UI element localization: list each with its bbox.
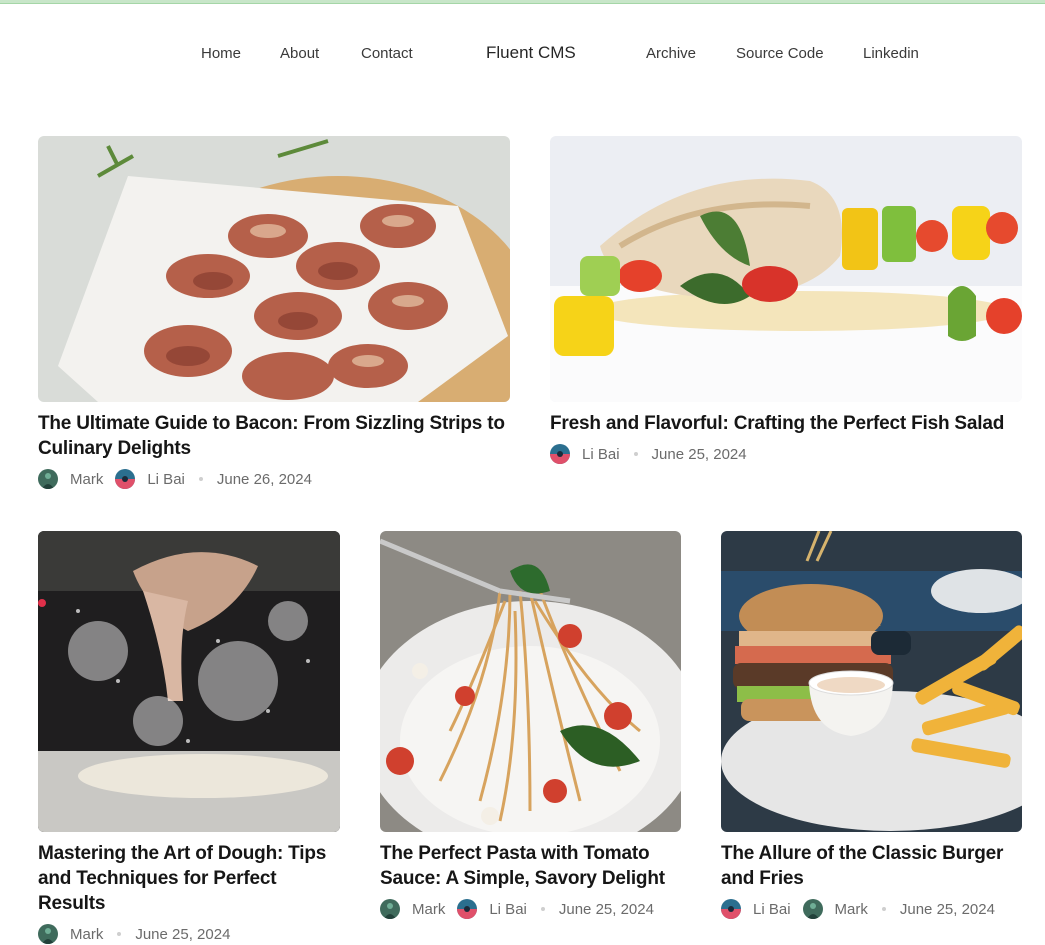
- meta-separator: [198, 477, 203, 481]
- meta-separator: [117, 932, 122, 936]
- post-card[interactable]: Fresh and Flavorful: Crafting the Perfec…: [550, 136, 1022, 464]
- avatar-mark[interactable]: [380, 899, 400, 919]
- post-title[interactable]: The Ultimate Guide to Bacon: From Sizzli…: [38, 411, 510, 461]
- avatar-mark[interactable]: [802, 899, 823, 919]
- nav-archive[interactable]: Archive: [646, 45, 696, 62]
- top-accent-bar: [0, 0, 1045, 4]
- post-card[interactable]: The Allure of the Classic Burger and Fri…: [721, 531, 1022, 919]
- post-card[interactable]: The Perfect Pasta with Tomato Sauce: A S…: [380, 531, 681, 919]
- post-date: June 26, 2024: [216, 470, 312, 488]
- post-image-dough[interactable]: [38, 531, 340, 832]
- post-card[interactable]: Mastering the Art of Dough: Tips and Tec…: [38, 531, 340, 944]
- avatar-li-bai[interactable]: [550, 444, 570, 464]
- post-author[interactable]: Li Bai: [753, 901, 791, 918]
- post-image-pasta[interactable]: [380, 531, 681, 832]
- avatar-li-bai[interactable]: [457, 899, 478, 919]
- meta-separator: [633, 452, 638, 456]
- post-date: June 25, 2024: [899, 900, 995, 918]
- avatar-mark[interactable]: [38, 469, 58, 489]
- post-meta: Li Bai Mark June 25, 2024: [721, 899, 1022, 919]
- post-image-fish-salad[interactable]: [550, 136, 1022, 402]
- post-author[interactable]: Li Bai: [147, 471, 185, 488]
- post-author[interactable]: Mark: [70, 926, 103, 943]
- post-author[interactable]: Li Bai: [489, 901, 527, 918]
- post-author[interactable]: Mark: [412, 901, 445, 918]
- post-meta: Mark June 25, 2024: [38, 924, 340, 944]
- post-title[interactable]: The Perfect Pasta with Tomato Sauce: A S…: [380, 841, 681, 891]
- post-author[interactable]: Mark: [70, 471, 103, 488]
- brand-logo-text[interactable]: Fluent CMS: [486, 43, 576, 63]
- nav-linkedin[interactable]: Linkedin: [863, 45, 919, 62]
- post-image-burger[interactable]: [721, 531, 1022, 832]
- post-meta: Mark Li Bai June 26, 2024: [38, 469, 510, 489]
- nav-home[interactable]: Home: [201, 45, 241, 62]
- post-meta: Li Bai June 25, 2024: [550, 444, 1022, 464]
- post-date: June 25, 2024: [651, 445, 747, 463]
- nav-about[interactable]: About: [280, 45, 319, 62]
- post-author[interactable]: Mark: [835, 901, 868, 918]
- nav-source-code[interactable]: Source Code: [736, 45, 824, 62]
- nav-contact[interactable]: Contact: [361, 45, 413, 62]
- post-date: June 25, 2024: [135, 925, 231, 943]
- post-meta: Mark Li Bai June 25, 2024: [380, 899, 681, 919]
- avatar-li-bai[interactable]: [115, 469, 136, 489]
- meta-separator: [881, 907, 886, 911]
- post-title[interactable]: Mastering the Art of Dough: Tips and Tec…: [38, 841, 340, 916]
- post-date: June 25, 2024: [558, 900, 654, 918]
- meta-separator: [540, 907, 545, 911]
- post-title[interactable]: Fresh and Flavorful: Crafting the Perfec…: [550, 411, 1022, 436]
- post-card[interactable]: The Ultimate Guide to Bacon: From Sizzli…: [38, 136, 510, 489]
- main-nav: Home About Contact Fluent CMS Archive So…: [0, 40, 1045, 68]
- post-image-bacon[interactable]: [38, 136, 510, 402]
- post-author[interactable]: Li Bai: [582, 446, 620, 463]
- avatar-li-bai[interactable]: [721, 899, 741, 919]
- post-title[interactable]: The Allure of the Classic Burger and Fri…: [721, 841, 1022, 891]
- avatar-mark[interactable]: [38, 924, 58, 944]
